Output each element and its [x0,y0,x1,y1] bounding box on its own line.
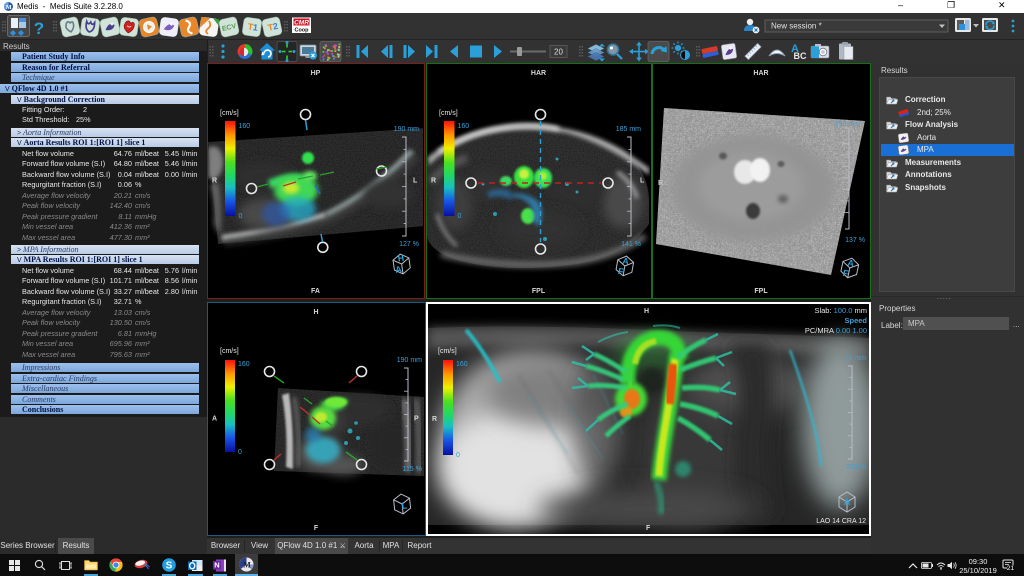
svg-text:R: R [431,178,436,185]
svg-text:Coop: Coop [294,28,309,34]
svg-text:190 mm: 190 mm [397,357,422,364]
svg-text:137 %: 137 % [845,237,865,244]
svg-text:L: L [640,178,645,185]
svg-text:115 %: 115 % [403,466,422,473]
svg-text:95 mm: 95 mm [845,355,867,362]
svg-text:FA: FA [311,288,320,295]
svg-text:New session *: New session * [771,22,822,31]
svg-text:Slab: 100.0 mm: Slab: 100.0 mm [814,306,867,315]
svg-text:HP: HP [311,70,321,77]
svg-text:190 mm: 190 mm [394,126,419,133]
svg-text:[cm/s]: [cm/s] [439,110,458,117]
svg-text:H: H [313,309,318,316]
svg-text:FPL: FPL [754,288,768,295]
svg-text:160: 160 [238,361,250,368]
svg-text:M: M [6,5,12,11]
svg-text:A: A [844,497,851,507]
svg-text:M: M [243,561,251,570]
svg-text:F: F [646,525,651,532]
svg-text:127 %: 127 % [399,241,419,248]
svg-text:0: 0 [456,452,460,459]
svg-text:[cm/s]: [cm/s] [220,348,239,355]
svg-text:HAR: HAR [530,70,545,77]
svg-text:R: R [212,178,217,185]
svg-text:160: 160 [457,123,469,130]
svg-text:190 mm: 190 mm [834,121,859,128]
svg-text:LAO 14 CRA 12: LAO 14 CRA 12 [816,518,866,525]
svg-text:R: R [658,180,663,187]
svg-text:21: 21 [1007,565,1015,571]
svg-text:L: L [413,178,418,185]
svg-text:R: R [432,416,437,423]
svg-text:P: P [414,416,419,423]
svg-text:160: 160 [456,361,468,368]
svg-text:N: N [214,561,219,570]
svg-text:0: 0 [239,213,243,220]
svg-text:F: F [314,525,319,532]
svg-text:A: A [212,416,217,423]
svg-text:229 %: 229 % [846,464,866,471]
svg-text:160: 160 [239,123,251,130]
svg-text:HAR: HAR [753,70,768,77]
svg-text:Speed: Speed [844,316,867,325]
svg-text:BC: BC [794,51,807,61]
svg-text:[cm/s]: [cm/s] [220,110,239,117]
svg-text:[cm/s]: [cm/s] [438,348,457,355]
svg-text:0: 0 [238,449,242,456]
svg-text:H: H [644,308,649,315]
svg-text:S: S [166,561,173,572]
svg-text:141 %: 141 % [621,241,641,248]
svg-text:PC/MRA 0.00 1.00: PC/MRA 0.00 1.00 [805,326,867,335]
svg-text:CMR: CMR [294,20,309,27]
svg-text:185 mm: 185 mm [615,126,640,133]
svg-text:0: 0 [457,213,461,220]
svg-text:?: ? [34,19,44,38]
svg-text:FPL: FPL [531,288,545,295]
svg-text:20: 20 [554,48,563,57]
